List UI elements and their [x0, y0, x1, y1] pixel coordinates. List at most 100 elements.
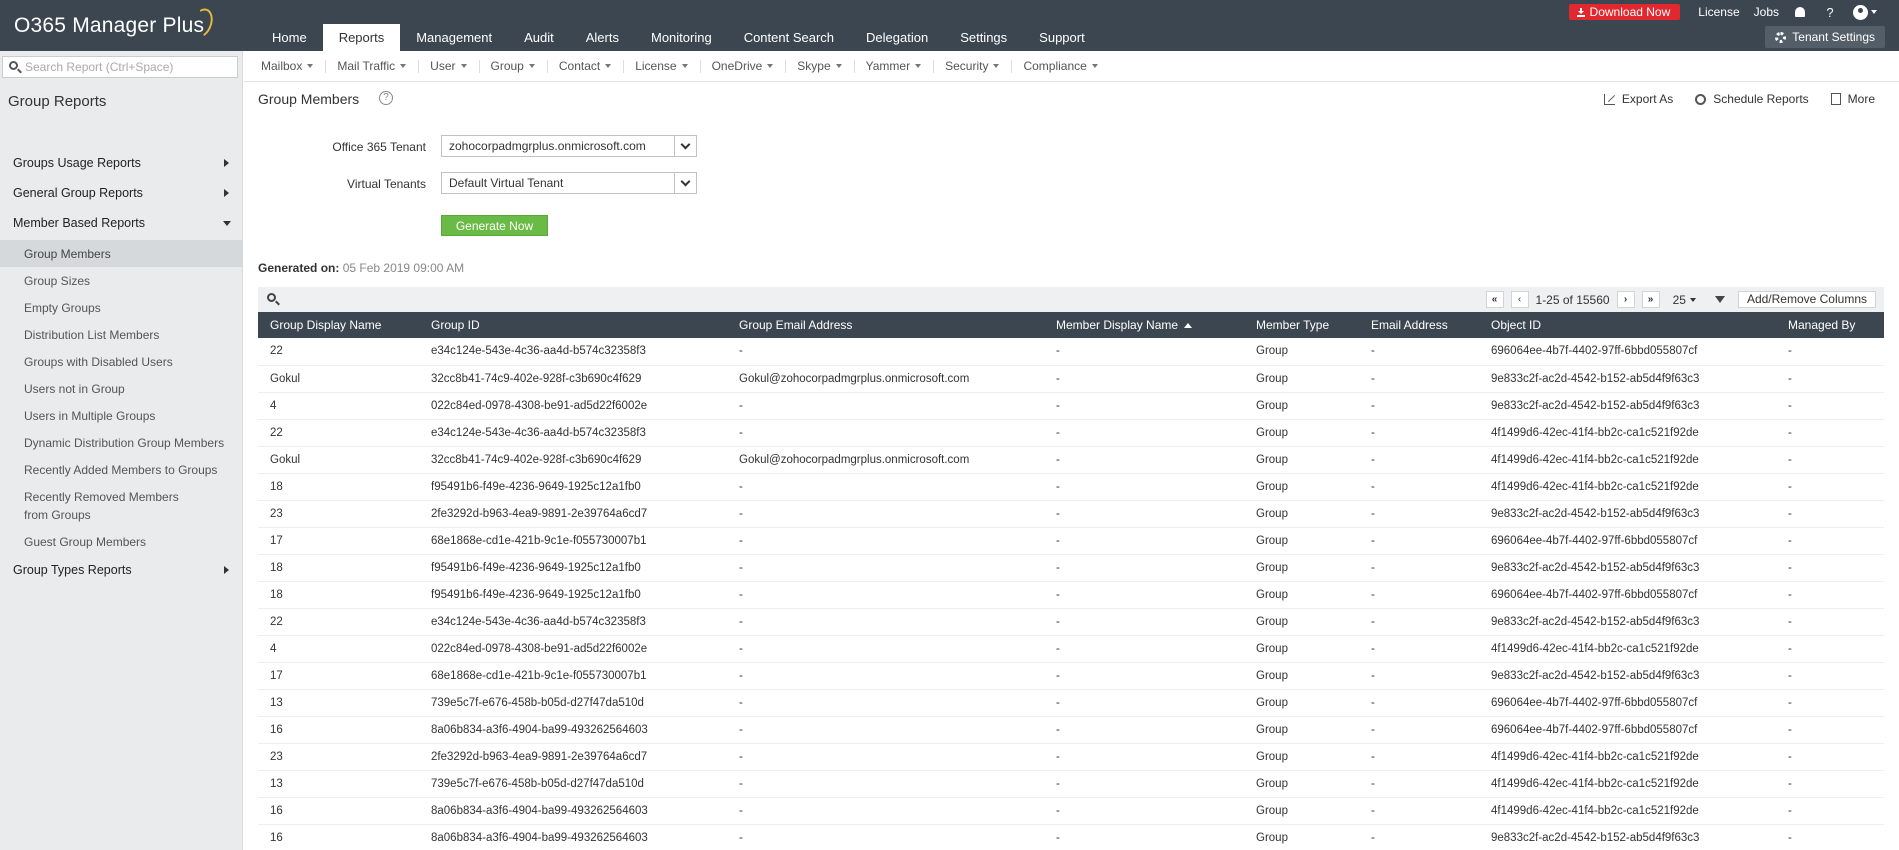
cell-member-type: Group [1244, 608, 1359, 636]
column-header-label: Member Display Name [1056, 318, 1179, 332]
chevron-down-icon[interactable] [674, 136, 696, 156]
column-header-group-email-address[interactable]: Group Email Address [727, 312, 1044, 338]
nav-tab-support[interactable]: Support [1023, 24, 1101, 51]
user-menu-button[interactable] [1853, 4, 1877, 20]
tenant-select[interactable]: zohocorpadmgrplus.onmicrosoft.com [441, 135, 697, 157]
cell-email-address: - [1359, 581, 1479, 609]
sidebar-item-recently-added-members-to-groups[interactable]: Recently Added Members to Groups [0, 456, 243, 483]
notifications-button[interactable] [1793, 5, 1807, 20]
nav-tab-reports[interactable]: Reports [322, 24, 401, 51]
cell-email-address: - [1359, 338, 1479, 366]
sidebar-item-users-in-multiple-groups[interactable]: Users in Multiple Groups [0, 402, 243, 429]
sidebar-item-empty-groups[interactable]: Empty Groups [0, 294, 243, 321]
sidebar-group-group-types-reports[interactable]: Group Types Reports [0, 555, 243, 585]
cell-managed-by: - [1776, 797, 1884, 825]
license-link[interactable]: License [1698, 5, 1739, 19]
cell-member-display-name: - [1044, 527, 1244, 555]
table-row: 16 8a06b834-a3f6-4904-ba99-493262564603- -… [258, 797, 1884, 825]
column-header-label: Object ID [1491, 318, 1542, 332]
nav-tab-delegation[interactable]: Delegation [850, 24, 944, 51]
subnav-group[interactable]: Group [480, 59, 548, 73]
app-logo[interactable]: O365 Manager Plus [14, 14, 204, 38]
sidebar-item-groups-with-disabled-users[interactable]: Groups with Disabled Users [0, 348, 243, 375]
sidebar-item-distribution-list-members[interactable]: Distribution List Members [0, 321, 243, 348]
question-circle-icon[interactable]: ? [379, 91, 393, 105]
download-now-button[interactable]: Download Now [1568, 4, 1681, 20]
sidebar-item-group-members[interactable]: Group Members [0, 240, 243, 267]
subnav-mail-traffic[interactable]: Mail Traffic [326, 59, 420, 73]
tenant-settings-button[interactable]: Tenant Settings [1765, 26, 1885, 48]
help-icon[interactable]: ? [1823, 5, 1837, 20]
chevron-down-icon[interactable] [674, 173, 696, 193]
cell-managed-by: - [1776, 554, 1884, 582]
column-header-member-type[interactable]: Member Type [1244, 312, 1359, 338]
nav-tab-settings[interactable]: Settings [944, 24, 1023, 51]
nav-tab-audit[interactable]: Audit [508, 24, 570, 51]
subnav-license[interactable]: License [624, 59, 701, 73]
subnav-yammer[interactable]: Yammer [855, 59, 935, 73]
cell-group-id: 022c84ed-0978-4308-be91-ad5d22f6002e [419, 392, 727, 420]
sidebar-item-recently-removed-members-from-groups[interactable]: Recently Removed Members from Groups [0, 483, 243, 528]
more-icon [1830, 93, 1841, 105]
subnav-contact[interactable]: Contact [548, 59, 625, 73]
chevron-down-icon [605, 64, 612, 68]
jobs-link[interactable]: Jobs [1754, 5, 1779, 19]
cell-member-display-name: - [1044, 392, 1244, 420]
sidebar: Group Reports Groups Usage Reports Genera… [0, 51, 243, 850]
subnav-skype[interactable]: Skype [786, 59, 855, 73]
top-bar: O365 Manager Plus Home Reports Management A… [0, 0, 1899, 51]
subnav-security[interactable]: Security [934, 59, 1013, 73]
add-remove-columns-button[interactable]: Add/Remove Columns [1737, 291, 1876, 308]
virtual-tenants-select[interactable]: Default Virtual Tenant [441, 172, 697, 194]
next-page-button[interactable]: › [1616, 291, 1635, 308]
page-size-select[interactable]: 25 [1667, 293, 1702, 307]
nav-tab-content-search[interactable]: Content Search [728, 24, 850, 51]
nav-tab-alerts[interactable]: Alerts [570, 24, 635, 51]
export-as-button[interactable]: Export As [1603, 92, 1673, 106]
nav-tab-monitoring[interactable]: Monitoring [635, 24, 728, 51]
cell-managed-by: - [1776, 500, 1884, 528]
more-button[interactable]: More [1830, 92, 1875, 106]
sidebar-item-group-sizes[interactable]: Group Sizes [0, 267, 243, 294]
cell-object-id: 4f1499d6-42ec-41f4-bb2c-ca1c521f92de [1479, 770, 1776, 798]
sidebar-group-general-group-reports[interactable]: General Group Reports [0, 178, 243, 208]
column-header-group-id[interactable]: Group ID [419, 312, 727, 338]
column-header-object-id[interactable]: Object ID [1479, 312, 1776, 338]
sidebar-item-guest-group-members[interactable]: Guest Group Members [0, 528, 243, 555]
nav-tab-home[interactable]: Home [256, 24, 323, 51]
column-header-group-display-name[interactable]: Group Display Name [258, 312, 419, 338]
table-search-icon[interactable] [267, 293, 276, 302]
cell-group-email-address: - [727, 608, 1044, 636]
cell-managed-by: - [1776, 581, 1884, 609]
sidebar-group-groups-usage-reports[interactable]: Groups Usage Reports [0, 148, 243, 178]
prev-page-button[interactable]: ‹ [1510, 291, 1529, 308]
filter-icon[interactable] [1714, 296, 1725, 303]
column-header-email-address[interactable]: Email Address [1359, 312, 1479, 338]
cell-group-display-name: 4 [258, 392, 419, 420]
report-search-input[interactable] [25, 59, 233, 75]
sidebar-group-label: Group Types Reports [13, 563, 132, 577]
cell-object-id: 696064ee-4b7f-4402-97ff-6bbd055807cf [1479, 689, 1776, 717]
cell-group-email-address: - [727, 554, 1044, 582]
sidebar-item-dynamic-distribution-group-members[interactable]: Dynamic Distribution Group Members [0, 429, 243, 456]
sidebar-group-member-based-reports[interactable]: Member Based Reports [0, 208, 243, 238]
column-header-member-display-name[interactable]: Member Display Name [1044, 312, 1244, 338]
subnav-compliance[interactable]: Compliance [1012, 59, 1109, 73]
generate-now-button[interactable]: Generate Now [441, 215, 548, 236]
last-page-button[interactable]: » [1641, 291, 1660, 308]
first-page-button[interactable]: « [1485, 291, 1504, 308]
sidebar-item-users-not-in-group[interactable]: Users not in Group [0, 375, 243, 402]
subnav-mailbox[interactable]: Mailbox [250, 59, 327, 73]
schedule-reports-button[interactable]: Schedule Reports [1695, 92, 1809, 106]
caret-right-icon [224, 159, 229, 167]
column-header-managed-by[interactable]: Managed By [1776, 312, 1884, 338]
cell-group-email-address: - [727, 392, 1044, 420]
cell-group-email-address: - [727, 581, 1044, 609]
cell-member-type: Group [1244, 743, 1359, 771]
subnav-onedrive[interactable]: OneDrive [701, 59, 787, 73]
nav-tab-management[interactable]: Management [400, 24, 508, 51]
cell-group-display-name: 22 [258, 338, 419, 366]
subnav-user[interactable]: User [419, 59, 480, 73]
cell-group-display-name: 23 [258, 500, 419, 528]
cell-object-id: 9e833c2f-ac2d-4542-b152-ab5d4f9f63c3 [1479, 824, 1776, 850]
